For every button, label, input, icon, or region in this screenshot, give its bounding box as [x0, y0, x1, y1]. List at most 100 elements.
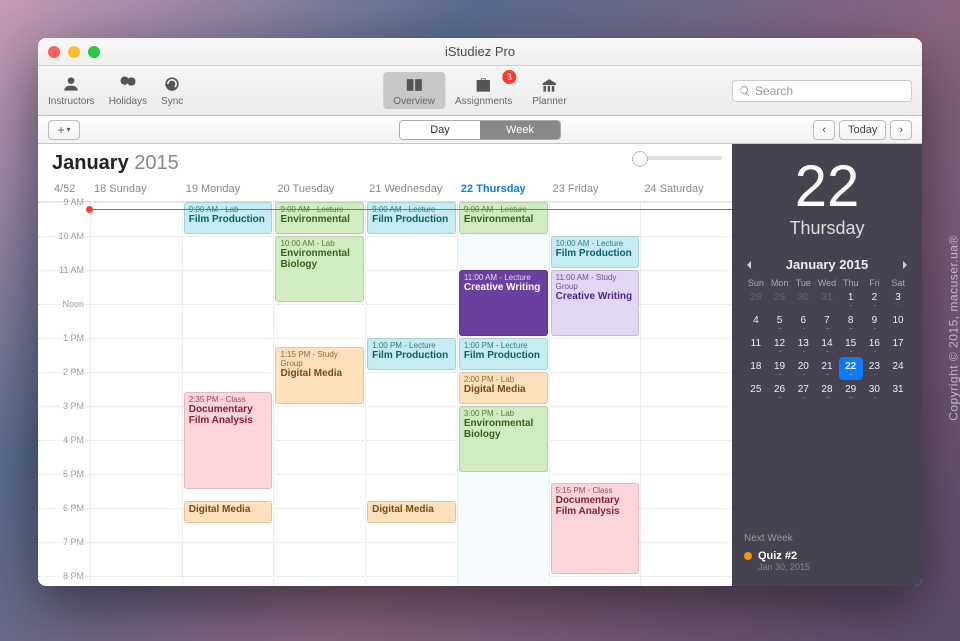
search-input[interactable]: Search: [732, 80, 912, 102]
mini-cal-cell[interactable]: 8...: [839, 311, 863, 334]
mini-cal-cell[interactable]: 20..: [791, 357, 815, 380]
event-block[interactable]: 2:35 PM - ClassDocumentary Film Analysis: [184, 392, 273, 489]
day-column: 10:00 AM - LectureFilm Production11:00 A…: [549, 202, 641, 586]
mini-cal-cell[interactable]: 21...: [815, 357, 839, 380]
time-label: 9 AM: [38, 197, 84, 207]
event-block[interactable]: Digital Media: [184, 501, 273, 523]
calendar-area: January 2015 4/52 18 Sunday19 Monday20 T…: [38, 144, 732, 586]
mini-cal-cell[interactable]: 24: [886, 357, 910, 380]
mini-cal-cell[interactable]: 30: [791, 288, 815, 311]
event-title: Creative Writing: [556, 291, 635, 302]
chevron-left-icon[interactable]: [744, 260, 754, 270]
mini-cal-cell[interactable]: 14...: [815, 334, 839, 357]
event-block[interactable]: 2:00 PM - LabDigital Media: [459, 372, 548, 404]
sync-button[interactable]: Sync: [161, 74, 183, 107]
next-week-label: Next Week: [744, 533, 910, 544]
mini-cal-cell[interactable]: 13..: [791, 334, 815, 357]
day-header[interactable]: 23 Friday: [549, 179, 641, 201]
week-grid: 9 AM10 AM11 AMNoon1 PM2 PM3 PM4 PM5 PM6 …: [38, 202, 732, 586]
today-button[interactable]: Today: [839, 120, 886, 140]
time-label: 5 PM: [38, 469, 84, 479]
mini-cal-cell[interactable]: 29...: [839, 380, 863, 403]
mini-cal-cell[interactable]: 28...: [815, 380, 839, 403]
mini-cal-cell[interactable]: 15...: [839, 334, 863, 357]
mini-dow: Sat: [886, 278, 910, 288]
mini-cal-cell[interactable]: 16..: [863, 334, 887, 357]
day-header[interactable]: 20 Tuesday: [273, 179, 365, 201]
event-block[interactable]: 9:00 AM - LectureFilm Production: [367, 202, 456, 234]
event-block[interactable]: 11:00 AM - Study GroupCreative Writing: [551, 270, 640, 336]
mini-cal-cell[interactable]: 2..: [863, 288, 887, 311]
event-title: Film Production: [464, 350, 543, 361]
time-label: 4 PM: [38, 435, 84, 445]
event-block[interactable]: 9:00 AM - LectureEnvironmental: [459, 202, 548, 234]
event-block[interactable]: 1:00 PM - LectureFilm Production: [367, 338, 456, 370]
mini-cal-cell[interactable]: 10: [886, 311, 910, 334]
event-block[interactable]: 10:00 AM - LabEnvironmental Biology: [275, 236, 364, 302]
prev-button[interactable]: ‹: [813, 120, 835, 140]
mini-dow: Mon: [768, 278, 792, 288]
mini-cal-cell[interactable]: 19...: [768, 357, 792, 380]
mini-cal-grid: 282930311..2..3.45...6..7...8...9..10111…: [744, 288, 910, 403]
event-block[interactable]: 1:15 PM - Study GroupDigital Media: [275, 347, 364, 405]
holidays-button[interactable]: Holidays: [109, 74, 147, 107]
mini-cal-cell[interactable]: 27..: [791, 380, 815, 403]
instructors-button[interactable]: Instructors: [48, 74, 95, 107]
mini-cal-cell[interactable]: 23..: [863, 357, 887, 380]
event-block[interactable]: 1:00 PM - LectureFilm Production: [459, 338, 548, 370]
mini-cal-cell[interactable]: 7...: [815, 311, 839, 334]
day-header-row: 4/52 18 Sunday19 Monday20 Tuesday21 Wedn…: [38, 179, 732, 202]
day-header[interactable]: 18 Sunday: [90, 179, 182, 201]
chevron-right-icon[interactable]: [900, 260, 910, 270]
next-button[interactable]: ›: [890, 120, 912, 140]
mini-cal-cell[interactable]: 28: [744, 288, 768, 311]
event-title: Film Production: [372, 350, 451, 361]
day-header[interactable]: 21 Wednesday: [365, 179, 457, 201]
event-block[interactable]: 9:00 AM - LectureEnvironmental: [275, 202, 364, 234]
mini-cal-cell[interactable]: 11: [744, 334, 768, 357]
time-label: 7 PM: [38, 537, 84, 547]
event-block[interactable]: 5:15 PM - ClassDocumentary Film Analysis: [551, 483, 640, 575]
add-button[interactable]: +▾: [48, 120, 80, 140]
mini-cal-cell[interactable]: 9..: [863, 311, 887, 334]
day-column: [90, 202, 182, 586]
day-header[interactable]: 19 Monday: [182, 179, 274, 201]
event-title: Environmental: [280, 214, 359, 225]
mini-cal-cell[interactable]: 31: [886, 380, 910, 403]
mini-cal-cell[interactable]: 6..: [791, 311, 815, 334]
next-week-item[interactable]: Quiz #2: [744, 550, 910, 562]
mini-cal-cell[interactable]: 30..: [863, 380, 887, 403]
week-segment[interactable]: Week: [480, 121, 560, 139]
mini-cal-cell[interactable]: 31: [815, 288, 839, 311]
zoom-slider[interactable]: [632, 156, 722, 160]
overview-tab[interactable]: Overview: [383, 72, 445, 109]
event-block[interactable]: 11:00 AM - LectureCreative Writing: [459, 270, 548, 336]
day-column: 9:00 AM - LabFilm Production 2:35 PM - Cl…: [182, 202, 274, 586]
mini-cal-cell[interactable]: 3.: [886, 288, 910, 311]
planner-tab[interactable]: Planner: [522, 72, 576, 109]
mini-cal-cell[interactable]: 22...: [839, 357, 863, 380]
event-block[interactable]: 9:00 AM - LabFilm Production: [184, 202, 273, 234]
day-header[interactable]: 22 Thursday: [457, 179, 549, 201]
time-label: 10 AM: [38, 231, 84, 241]
event-block[interactable]: Digital Media: [367, 501, 456, 523]
mini-cal-cell[interactable]: 18: [744, 357, 768, 380]
mini-cal-cell[interactable]: 29: [768, 288, 792, 311]
assignments-tab[interactable]: 3 Assignments: [445, 72, 522, 109]
mini-cal-cell[interactable]: 5...: [768, 311, 792, 334]
day-segment[interactable]: Day: [400, 121, 480, 139]
day-header[interactable]: 24 Saturday: [640, 179, 732, 201]
quiz-date: Jan 30, 2015: [758, 562, 910, 572]
mini-cal-cell[interactable]: 17: [886, 334, 910, 357]
mini-cal-cell[interactable]: 25: [744, 380, 768, 403]
view-segment: Day Week: [399, 120, 561, 140]
mini-cal-cell[interactable]: 1..: [839, 288, 863, 311]
mini-cal-cell[interactable]: 26...: [768, 380, 792, 403]
mini-cal-cell[interactable]: 12...: [768, 334, 792, 357]
dot-icon: [744, 552, 752, 560]
time-label: 6 PM: [38, 503, 84, 513]
event-block[interactable]: 3:00 PM - LabEnvironmental Biology: [459, 406, 548, 472]
mini-cal-cell[interactable]: 4: [744, 311, 768, 334]
event-block[interactable]: 10:00 AM - LectureFilm Production: [551, 236, 640, 268]
time-label: 2 PM: [38, 367, 84, 377]
